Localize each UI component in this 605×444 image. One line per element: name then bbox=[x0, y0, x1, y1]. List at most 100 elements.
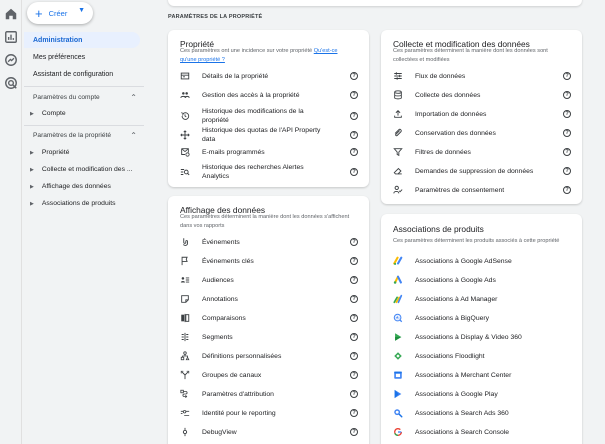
help-icon[interactable] bbox=[563, 186, 571, 194]
list-item[interactable]: Filtres de données bbox=[381, 146, 582, 158]
nav-item-account[interactable]: ▶ Compte bbox=[30, 110, 66, 117]
item-label: Associations à Google Play bbox=[415, 390, 498, 398]
item-label: Annotations bbox=[202, 295, 238, 303]
property-details-icon bbox=[179, 71, 190, 82]
list-item[interactable]: Demandes de suppression de données bbox=[381, 165, 582, 177]
list-item[interactable]: Définitions personnalisées bbox=[168, 350, 369, 362]
help-icon[interactable] bbox=[350, 72, 358, 80]
help-icon[interactable] bbox=[350, 409, 358, 417]
audiences-icon bbox=[179, 275, 190, 286]
list-item[interactable]: Paramètres d'attribution bbox=[168, 388, 369, 400]
list-item[interactable]: Comparaisons bbox=[168, 312, 369, 324]
quota-history-icon bbox=[179, 130, 190, 141]
list-item[interactable]: Associations à Search Ads 360 bbox=[381, 407, 582, 419]
item-label: Audiences bbox=[202, 276, 234, 284]
advertising-icon[interactable] bbox=[4, 76, 18, 90]
list-item[interactable]: Historique des quotas de l'API Property … bbox=[168, 126, 369, 144]
list-item[interactable]: Collecte des données bbox=[381, 89, 582, 101]
list-item[interactable]: Détails de la propriété bbox=[168, 70, 369, 82]
list-item[interactable]: Audiences bbox=[168, 274, 369, 286]
nav-item-preferences[interactable]: Mes préférences bbox=[24, 49, 85, 65]
list-item[interactable]: Associations à Search Console bbox=[381, 426, 582, 438]
triangle-right-icon: ▶ bbox=[30, 200, 34, 207]
chevron-up-icon: ⌃ bbox=[130, 93, 137, 102]
list-item[interactable]: Associations à Display & Video 360 bbox=[381, 331, 582, 343]
help-icon[interactable] bbox=[563, 110, 571, 118]
item-label: Associations Floodlight bbox=[415, 352, 485, 360]
list-item[interactable]: Segments bbox=[168, 331, 369, 343]
nav-item-product-links[interactable]: ▶ Associations de produits bbox=[30, 200, 116, 207]
help-icon[interactable] bbox=[563, 129, 571, 137]
data-display-card: Affichage des données Ces paramètres dét… bbox=[168, 196, 369, 444]
home-icon[interactable] bbox=[4, 7, 18, 21]
help-icon[interactable] bbox=[350, 371, 358, 379]
scheduled-email-icon bbox=[179, 147, 190, 158]
bigquery-icon bbox=[392, 313, 403, 324]
list-item[interactable]: Associations à Merchant Center bbox=[381, 369, 582, 381]
item-label: Événements bbox=[202, 238, 240, 246]
list-item[interactable]: Associations à Google AdSense bbox=[381, 255, 582, 267]
list-item[interactable]: Groupes de canaux bbox=[168, 369, 369, 381]
flag-icon bbox=[179, 256, 190, 267]
nav-item-data-collection[interactable]: ▶ Collecte et modification des ... bbox=[30, 166, 133, 173]
page-title: PARAMÈTRES DE LA PROPRIÉTÉ bbox=[168, 14, 263, 20]
list-item[interactable]: Événements bbox=[168, 236, 369, 248]
eraser-icon bbox=[392, 166, 403, 177]
nav-item-property[interactable]: ▶ Propriété bbox=[30, 149, 69, 156]
help-icon[interactable] bbox=[563, 72, 571, 80]
help-icon[interactable] bbox=[350, 148, 358, 156]
nav-item-data-display[interactable]: ▶ Affichage des données bbox=[30, 183, 111, 190]
list-item[interactable]: Conservation des données bbox=[381, 127, 582, 139]
item-label: Définitions personnalisées bbox=[202, 352, 282, 360]
filter-icon bbox=[392, 147, 403, 158]
list-item[interactable]: Événements clés bbox=[168, 255, 369, 267]
list-item[interactable]: Associations à BigQuery bbox=[381, 312, 582, 324]
help-icon[interactable] bbox=[350, 238, 358, 246]
list-item[interactable]: Associations à Google Ads bbox=[381, 274, 582, 286]
attribution-icon bbox=[179, 389, 190, 400]
debug-icon bbox=[179, 427, 190, 438]
list-item[interactable]: Associations à Google Play bbox=[381, 388, 582, 400]
help-icon[interactable] bbox=[350, 257, 358, 265]
help-icon[interactable] bbox=[350, 333, 358, 341]
help-icon[interactable] bbox=[350, 428, 358, 436]
help-icon[interactable] bbox=[563, 148, 571, 156]
list-item[interactable]: DebugView bbox=[168, 426, 369, 438]
list-item[interactable]: Importation de données bbox=[381, 108, 582, 120]
list-item[interactable]: Flux de données bbox=[381, 70, 582, 82]
account-section-label: Paramètres du compte bbox=[33, 94, 100, 101]
help-icon[interactable] bbox=[563, 91, 571, 99]
nav-item-setup-assistant[interactable]: Assistant de configuration bbox=[24, 66, 113, 82]
nav-item-account-label: Compte bbox=[41, 110, 66, 117]
help-icon[interactable] bbox=[350, 295, 358, 303]
help-icon[interactable] bbox=[350, 112, 358, 120]
list-item[interactable]: Historique des recherches Alertes Analyt… bbox=[168, 163, 369, 181]
list-item[interactable]: E-mails programmés bbox=[168, 146, 369, 158]
list-item[interactable]: Paramètres de consentement bbox=[381, 184, 582, 196]
nav-item-administration[interactable]: Administration bbox=[24, 32, 140, 48]
property-section-header[interactable]: Paramètres de la propriété ⌃ bbox=[33, 131, 137, 140]
list-item[interactable]: Associations Floodlight bbox=[381, 350, 582, 362]
help-icon[interactable] bbox=[350, 131, 358, 139]
list-item[interactable]: Annotations bbox=[168, 293, 369, 305]
create-button[interactable]: + Créer ▼ bbox=[27, 2, 93, 24]
search-history-icon bbox=[179, 167, 190, 178]
help-icon[interactable] bbox=[350, 276, 358, 284]
help-icon[interactable] bbox=[350, 91, 358, 99]
list-item[interactable]: Identité pour le reporting bbox=[168, 407, 369, 419]
item-label: Paramètres de consentement bbox=[415, 186, 505, 194]
help-icon[interactable] bbox=[350, 168, 358, 176]
list-item[interactable]: Gestion des accès à la propriété bbox=[168, 89, 369, 101]
help-icon[interactable] bbox=[350, 314, 358, 322]
explore-icon[interactable] bbox=[4, 53, 18, 67]
help-icon[interactable] bbox=[563, 167, 571, 175]
help-icon[interactable] bbox=[350, 390, 358, 398]
list-item[interactable]: Associations à Ad Manager bbox=[381, 293, 582, 305]
reports-icon[interactable] bbox=[4, 30, 18, 44]
events-icon bbox=[179, 237, 190, 248]
account-section-header[interactable]: Paramètres du compte ⌃ bbox=[33, 93, 137, 102]
upload-icon bbox=[392, 109, 403, 120]
help-icon[interactable] bbox=[350, 352, 358, 360]
list-item[interactable]: Historique des modifications de la propr… bbox=[168, 107, 369, 125]
item-label: Gestion des accès à la propriété bbox=[202, 91, 300, 99]
